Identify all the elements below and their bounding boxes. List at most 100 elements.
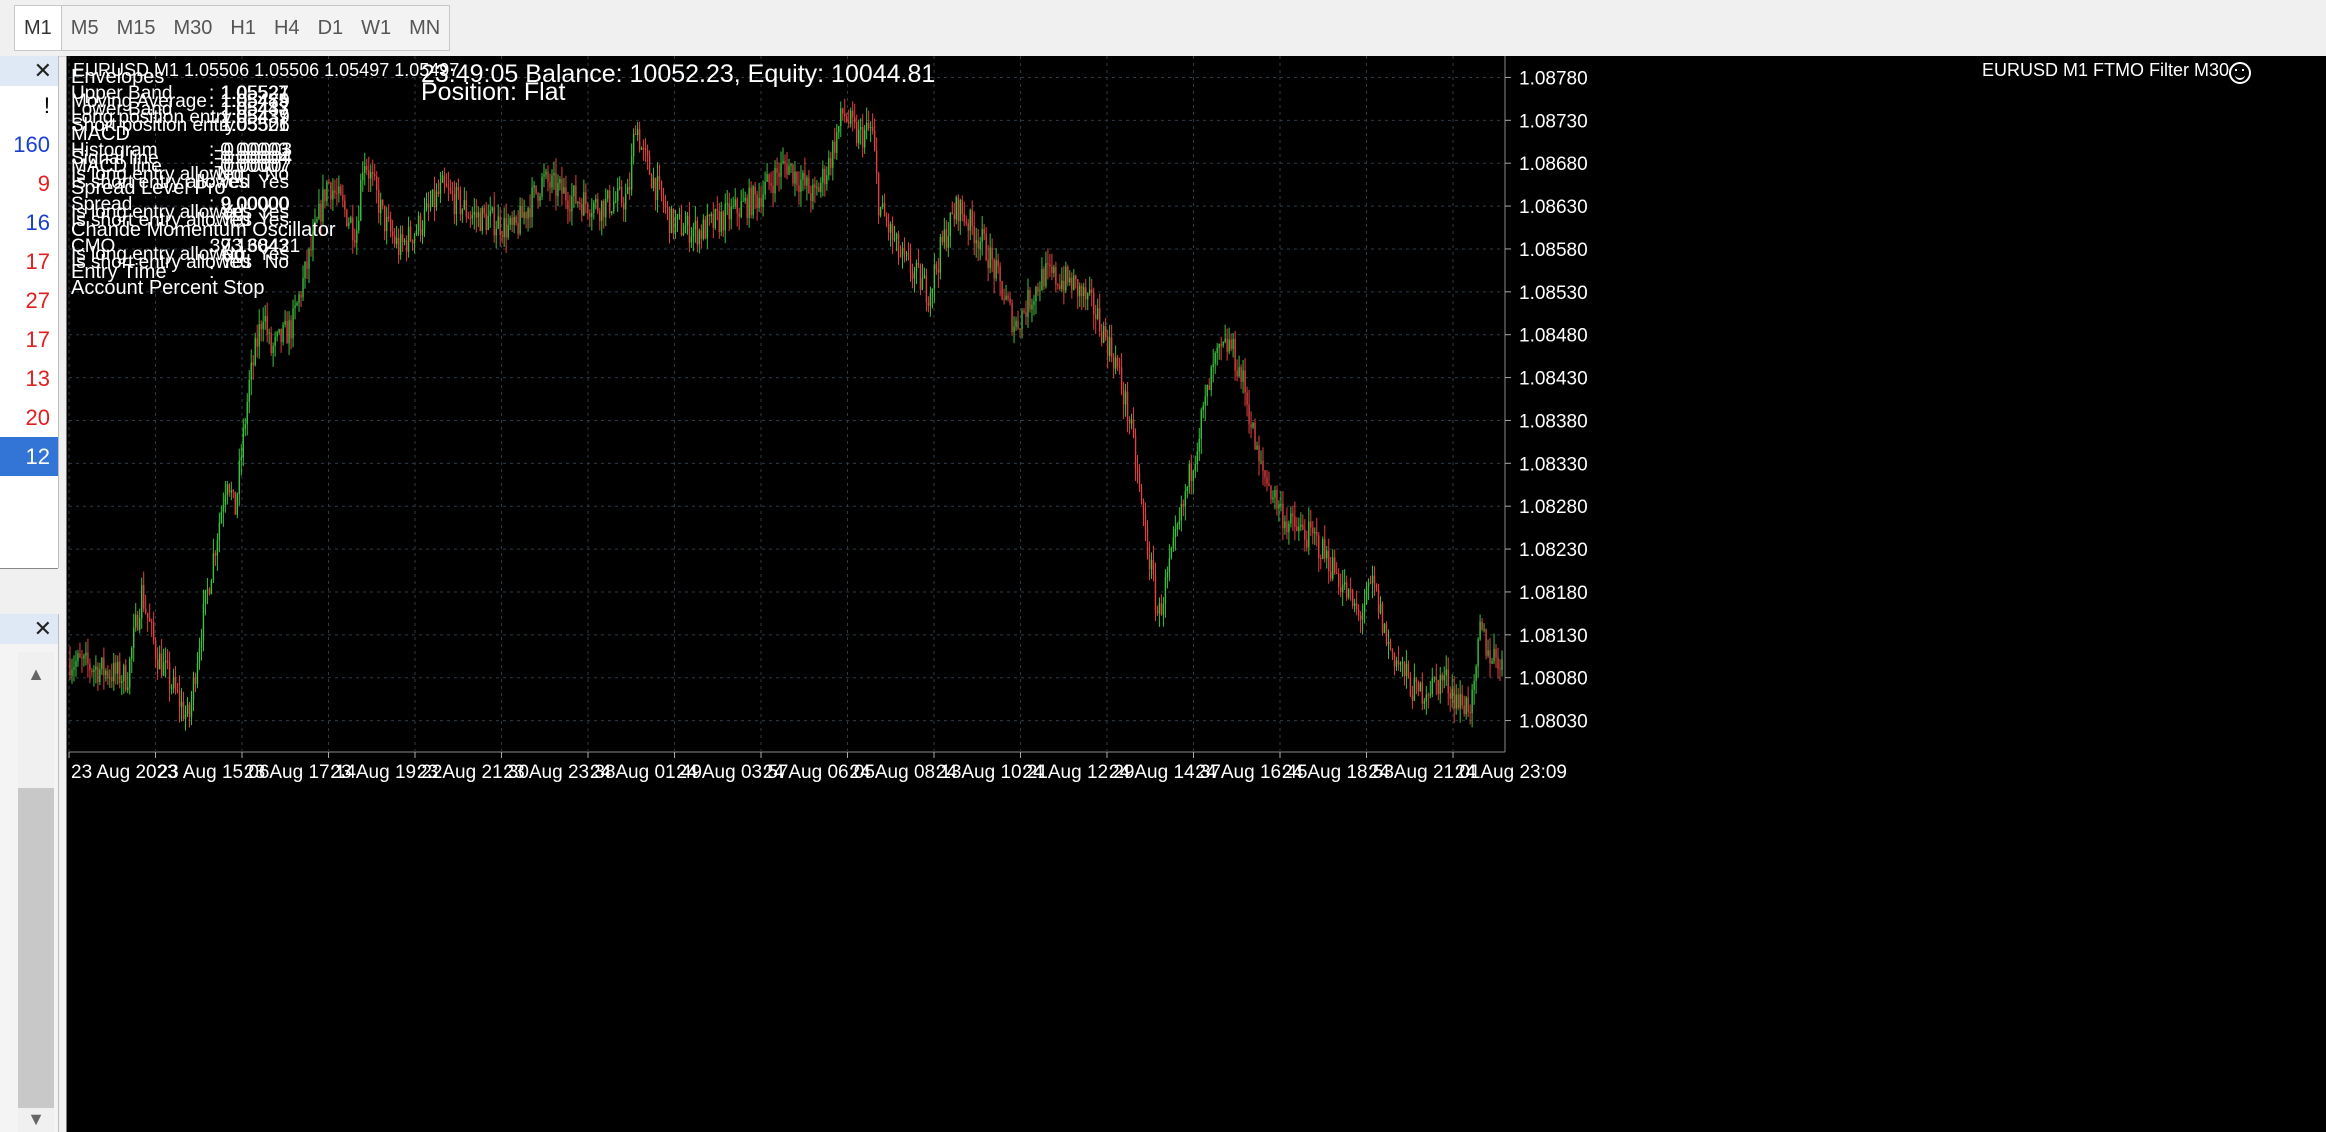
panel-row-value[interactable]: 17 (0, 242, 58, 281)
candle-body (927, 302, 930, 306)
panel-row-value[interactable]: 27 (0, 281, 58, 320)
scroll-up-icon[interactable]: ▲ (18, 664, 54, 685)
candle-body (262, 321, 264, 330)
candle-body (1451, 688, 1453, 699)
timeframe-m30-button[interactable]: M30 (165, 6, 222, 50)
scroll-thumb[interactable] (18, 788, 54, 1108)
candle-body (419, 215, 422, 235)
vertical-scrollbar[interactable]: ▲ ▼ (18, 652, 54, 1132)
candle-body (1475, 666, 1477, 682)
candle-body (1236, 370, 1238, 377)
candle-body (290, 320, 292, 339)
candle-body (69, 660, 71, 676)
candle-body (563, 187, 565, 194)
candle-body (1120, 367, 1123, 390)
timeframe-m1-button[interactable]: M1 (15, 6, 62, 50)
candle-body (395, 237, 398, 244)
candle-body (686, 215, 689, 226)
candle-body (194, 677, 197, 684)
close-icon[interactable]: ✕ (34, 58, 52, 84)
chart-canvas[interactable]: 1.08780 1.08730 1.08680 1.08630 1.08580 1.085… (67, 56, 2326, 1132)
candle-body (1361, 612, 1364, 620)
candle-body (81, 657, 83, 659)
candle-body (256, 338, 258, 347)
panel-row-value[interactable]: 13 (0, 359, 58, 398)
candle-body (1041, 269, 1043, 291)
candle-body (1128, 419, 1131, 424)
candle-body (666, 206, 669, 208)
candle-body (549, 182, 551, 188)
candle-body (515, 216, 517, 223)
timeframe-d1-button[interactable]: D1 (309, 6, 353, 50)
scroll-down-icon[interactable]: ▼ (18, 1109, 54, 1130)
candle-body (587, 203, 589, 214)
candle-body (1021, 310, 1023, 329)
candle-body (764, 181, 766, 195)
panel-row-value[interactable]: 20 (0, 398, 58, 437)
candle-body (613, 201, 615, 212)
candle-body (1081, 285, 1083, 297)
panel-row-value[interactable]: 12 (0, 437, 58, 476)
candle-body (1453, 688, 1455, 709)
candle-body (1067, 266, 1069, 283)
timeframe-h4-button[interactable]: H4 (265, 6, 309, 50)
candle-body (593, 202, 595, 214)
candle-body (599, 211, 601, 221)
candle-body (1063, 280, 1065, 291)
candle-body (1005, 295, 1007, 300)
candle-body (790, 164, 792, 166)
panel-row-value[interactable]: 160 (0, 125, 58, 164)
indicator-row-value: Yes (221, 252, 252, 273)
candle-body (318, 203, 320, 219)
candle-body (810, 193, 812, 202)
close-icon[interactable]: ✕ (34, 616, 52, 642)
candle-body (850, 110, 852, 124)
candle-body (79, 653, 81, 658)
candle-body (1051, 266, 1053, 273)
candle-body (1463, 705, 1465, 714)
price-chart[interactable]: 1.08780 1.08730 1.08680 1.08630 1.08580 1.085… (66, 56, 2326, 1132)
candle-body (1415, 678, 1418, 683)
candle-body (491, 207, 493, 211)
timeframe-m5-button[interactable]: M5 (62, 6, 108, 50)
candle-body (1433, 676, 1435, 678)
candle-body (774, 168, 776, 194)
timeframe-mn-button[interactable]: MN (400, 6, 449, 50)
candle-body (1091, 289, 1093, 293)
expert-advisor-title: EURUSD M1 FTMO Filter M30 (1981, 60, 2229, 80)
panel-row-value[interactable]: 9 (0, 164, 58, 203)
timeframe-m15-button[interactable]: M15 (108, 6, 165, 50)
candle-body (344, 200, 346, 210)
timeframe-w1-button[interactable]: W1 (352, 6, 400, 50)
candle-body (559, 178, 561, 184)
candle-body (824, 168, 826, 185)
candle-body (254, 338, 256, 366)
timeframe-h1-button[interactable]: H1 (221, 6, 265, 50)
candle-body (939, 236, 942, 273)
candle-body (214, 553, 217, 556)
candle-body (1152, 560, 1155, 576)
panel-row-value[interactable]: 16 (0, 203, 58, 242)
candle-body (1349, 589, 1352, 591)
candle-body (885, 216, 888, 223)
candle-body (931, 288, 934, 294)
candle-body (1059, 285, 1061, 289)
smiley-icon[interactable] (2229, 62, 2251, 84)
candle-body (140, 585, 143, 619)
candle-body (1270, 486, 1272, 500)
candle-body (368, 170, 370, 179)
candle-body (754, 186, 756, 195)
price-tick-label: 1.08380 (1519, 411, 1588, 432)
candle-body (1228, 339, 1230, 352)
price-tick-label: 1.08430 (1519, 369, 1588, 390)
candle-body (1122, 389, 1125, 405)
panel-row-value[interactable]: ! (0, 86, 58, 125)
candle-body (692, 229, 695, 237)
candle-body (1158, 603, 1161, 614)
candle-body (1106, 336, 1109, 356)
candle-body (109, 677, 111, 679)
candle-body (91, 670, 93, 673)
panel-row-value[interactable]: 17 (0, 320, 58, 359)
candle-body (804, 172, 806, 186)
candle-body (1019, 328, 1021, 330)
